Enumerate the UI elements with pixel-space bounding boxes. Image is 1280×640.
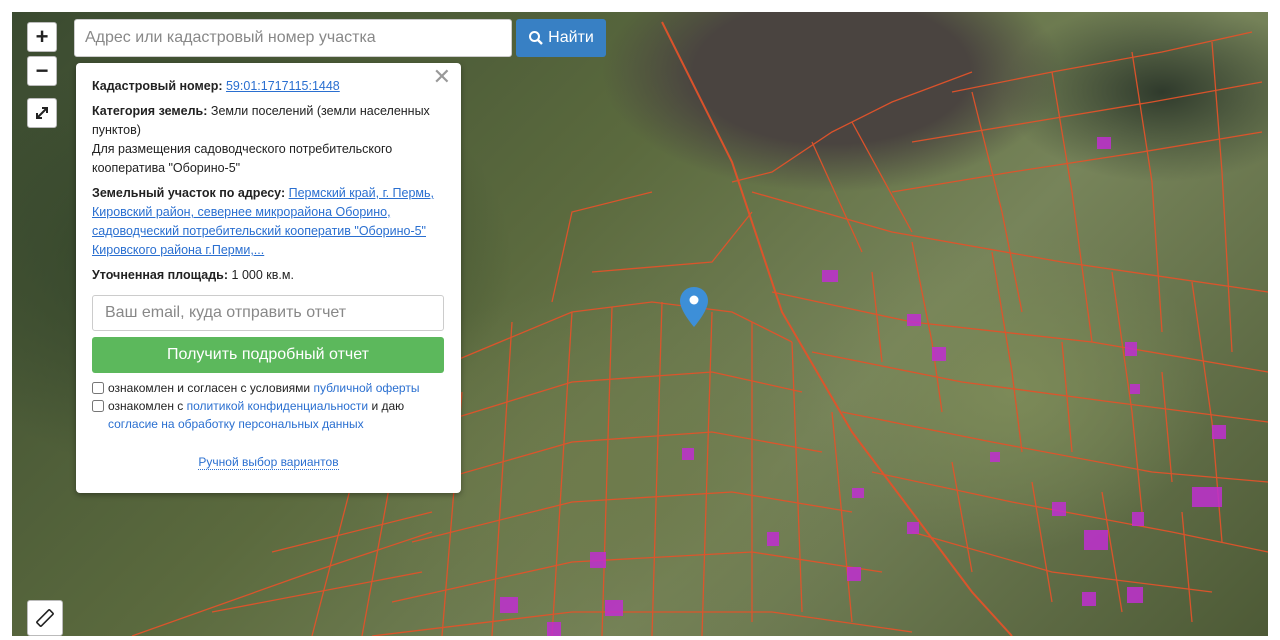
cadastral-label: Кадастровый номер: xyxy=(92,79,223,93)
consent-privacy-checkbox[interactable] xyxy=(92,400,104,412)
zoom-in-button[interactable]: + xyxy=(27,22,57,52)
public-offer-link[interactable]: публичной оферты xyxy=(313,381,419,395)
get-report-button[interactable]: Получить подробный отчет xyxy=(92,337,444,373)
category-label: Категория земель: xyxy=(92,104,208,118)
consent-offer-row: ознакомлен и согласен с условиями публич… xyxy=(92,379,445,397)
find-button-label: Найти xyxy=(548,29,594,46)
ruler-icon xyxy=(36,609,54,627)
area-row: Уточненная площадь: 1 000 кв.м. xyxy=(92,266,445,285)
find-button[interactable]: Найти xyxy=(516,19,606,57)
cadastral-number-link[interactable]: 59:01:1717115:1448 xyxy=(226,79,340,93)
cadastral-number-row: Кадастровый номер: 59:01:1717115:1448 xyxy=(92,77,445,96)
consent-offer-text: ознакомлен и согласен с условиями xyxy=(108,381,311,395)
consent-privacy-middle: и даю xyxy=(371,399,405,413)
close-icon[interactable]: ✕ xyxy=(433,66,451,88)
search-icon xyxy=(529,31,544,45)
personal-data-link[interactable]: согласие на обработку персональных данны… xyxy=(108,417,364,431)
search-input[interactable] xyxy=(74,19,512,57)
manual-choice-link[interactable]: Ручной выбор вариантов xyxy=(198,455,339,470)
privacy-policy-link[interactable]: политикой конфиденциальности xyxy=(187,399,368,413)
land-category-row: Категория земель: Земли поселений (земли… xyxy=(92,102,445,178)
zoom-out-button[interactable]: − xyxy=(27,56,57,86)
fullscreen-button[interactable] xyxy=(27,98,57,128)
consent-privacy-row: ознакомлен с политикой конфиденциальност… xyxy=(92,397,445,433)
consent-offer-checkbox[interactable] xyxy=(92,382,104,394)
address-row: Земельный участок по адресу: Пермский кр… xyxy=(92,184,445,260)
manual-choice-row: Ручной выбор вариантов xyxy=(92,453,445,472)
email-input[interactable] xyxy=(92,295,444,331)
address-label: Земельный участок по адресу: xyxy=(92,186,286,200)
parcel-info-popup: ✕ Кадастровый номер: 59:01:1717115:1448 … xyxy=(76,63,461,493)
expand-icon xyxy=(36,107,48,119)
ruler-button[interactable] xyxy=(27,600,63,636)
area-value: 1 000 кв.м. xyxy=(231,268,294,282)
area-label: Уточненная площадь: xyxy=(92,268,229,282)
purpose-text: Для размещения садоводческого потребител… xyxy=(92,142,393,175)
location-marker-icon[interactable] xyxy=(680,287,708,327)
consent-privacy-text: ознакомлен с xyxy=(108,399,184,413)
